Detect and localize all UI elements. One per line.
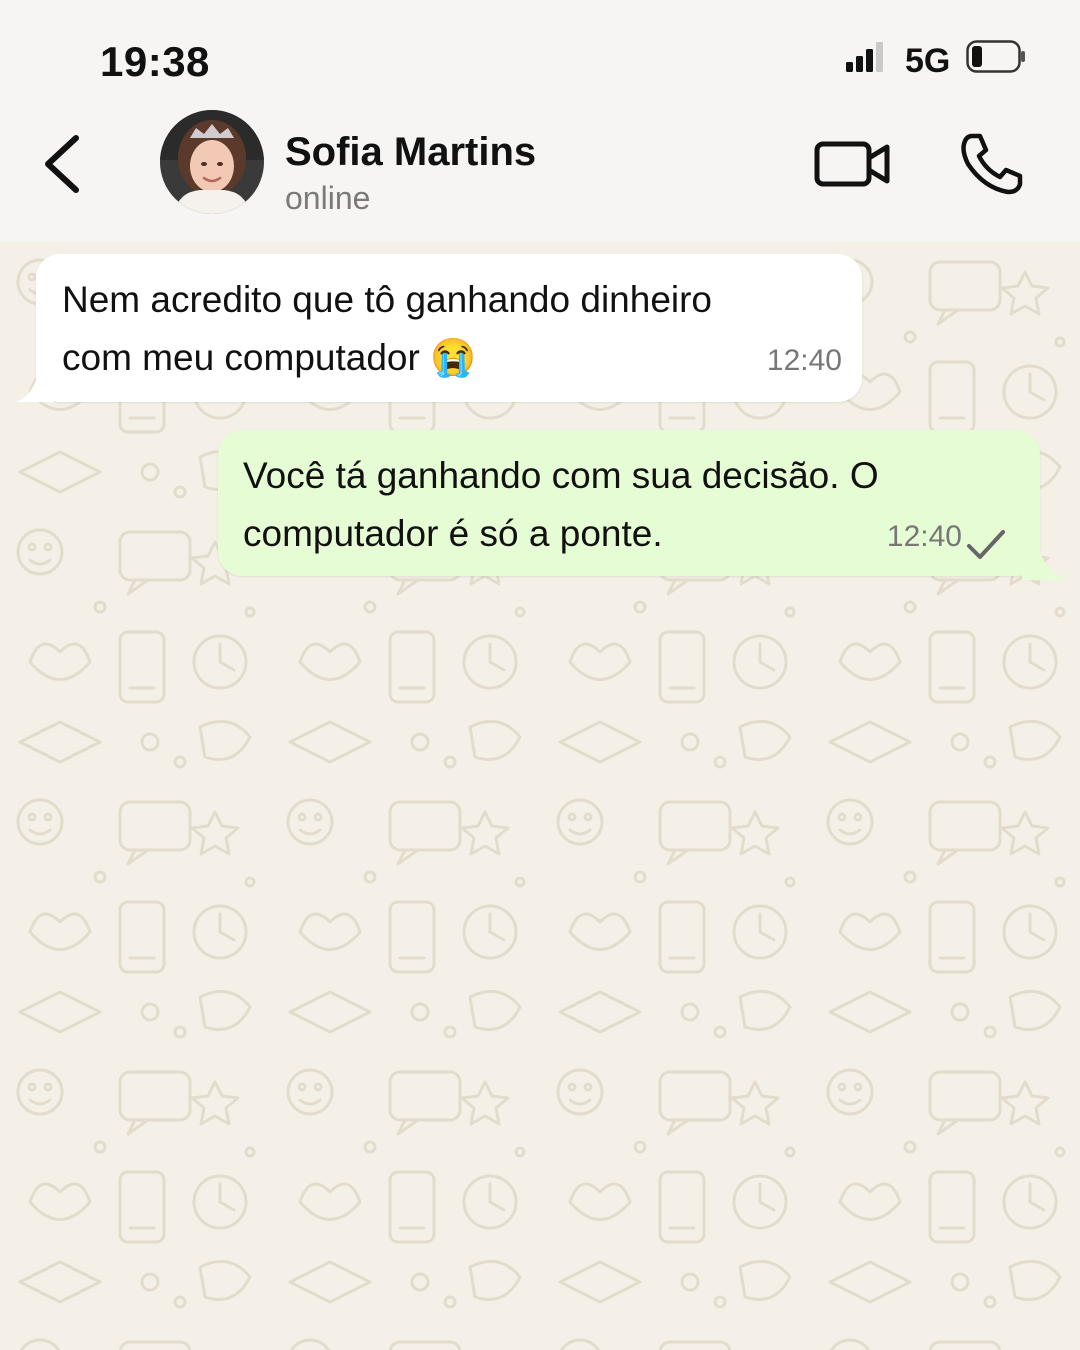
back-arrow-icon[interactable] <box>38 132 88 196</box>
outgoing-message-bubble[interactable]: Você tá ganhando com sua decisão. O comp… <box>218 430 1040 576</box>
contact-avatar[interactable] <box>160 110 264 214</box>
single-check-icon <box>967 530 1005 559</box>
network-label: 5G <box>905 42 951 80</box>
status-time: 19:38 <box>100 38 210 85</box>
status-bar: 19:38 5G <box>0 0 1080 110</box>
contact-status: online <box>285 180 371 216</box>
video-call-icon[interactable] <box>812 136 892 192</box>
message-time: 12:40 <box>766 344 842 377</box>
chat-area[interactable]: Nem acredito que tô ganhando dinheiro co… <box>0 242 1080 1350</box>
battery-icon <box>966 40 1025 73</box>
chat-header: Sofia Martins online <box>0 110 1080 242</box>
bubble-tail <box>16 374 54 402</box>
phone-call-icon[interactable] <box>958 132 1024 196</box>
incoming-message-bubble[interactable]: Nem acredito que tô ganhando dinheiro co… <box>36 254 862 402</box>
doodle-wallpaper <box>0 242 1080 1350</box>
message-time: 12:40 <box>886 520 962 553</box>
contact-name[interactable]: Sofia Martins <box>285 130 536 175</box>
signal-icon <box>846 42 883 72</box>
message-text: Você tá ganhando com sua decisão. O comp… <box>243 455 879 554</box>
bubble-tail <box>1022 552 1068 580</box>
message-text: Nem acredito que tô ganhando dinheiro co… <box>62 279 713 378</box>
